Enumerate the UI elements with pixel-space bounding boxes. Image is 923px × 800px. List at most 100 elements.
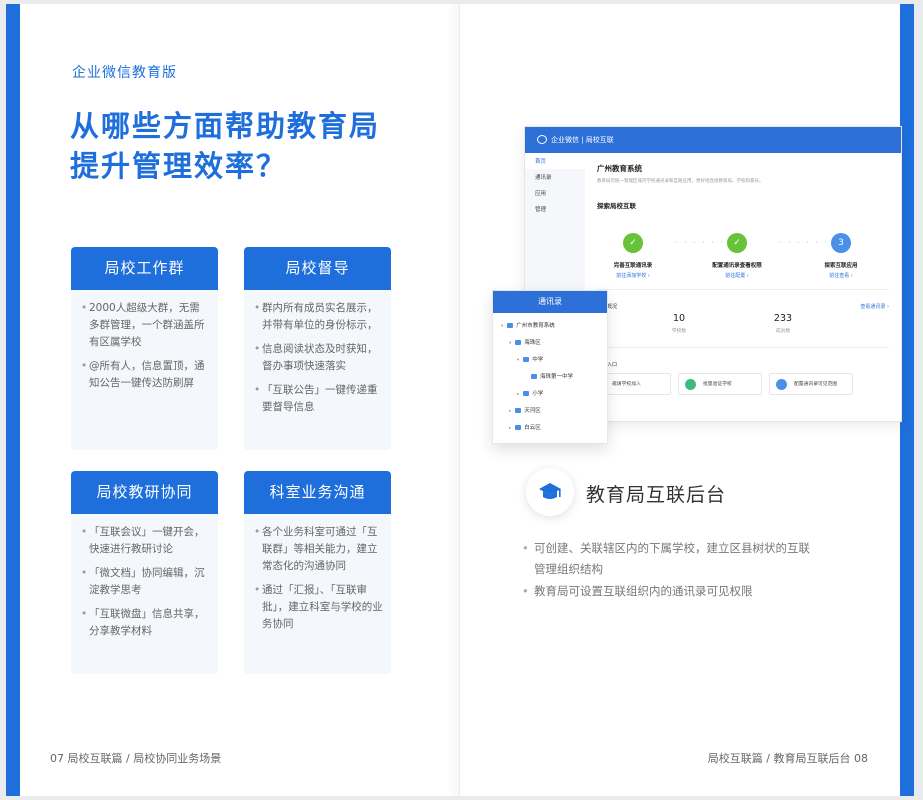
- card-bullet: 群内所有成员实名展示，并带有单位的身份标示，: [254, 300, 383, 334]
- mock-section-title: 探索局校互联: [597, 202, 636, 210]
- mock-nav-manage[interactable]: 管理: [525, 201, 585, 217]
- card-bullet: 「互联公告」一键传递重要督导信息: [254, 382, 383, 416]
- card-work-group: 局校工作群 2000人超级大群，无需多群管理，一个群涵盖所有区属学校 @所有人，…: [71, 247, 218, 450]
- quick-visibility-config[interactable]: 配置通讯录可见范围: [769, 373, 853, 395]
- mock-topbar-title: 企业微信 | 局校互联: [551, 136, 614, 144]
- card-supervision: 局校督导 群内所有成员实名展示，并带有单位的身份标示， 信息阅读状态及时获知，督…: [244, 247, 391, 450]
- brochure-spread: 企业微信教育版 从哪些方面帮助教育局 提升管理效率？ 局校工作群 2000人超级…: [6, 4, 914, 796]
- folder-icon: [515, 425, 522, 430]
- card-title: 科室业务沟通: [244, 471, 391, 514]
- tree-node[interactable]: ▸ 小学: [517, 389, 543, 397]
- tree-node-label: 白云区: [524, 425, 541, 431]
- tree-node-label: 天河区: [524, 408, 541, 414]
- mock-org-title: 广州教育系统: [597, 164, 642, 173]
- card-title: 局校工作群: [71, 247, 218, 290]
- footer-left: 07 局校互联篇 / 局校协同业务场景: [50, 752, 222, 765]
- step-link[interactable]: 前往查看 ›: [801, 272, 881, 279]
- tree-node[interactable]: ▾ 中学: [517, 355, 543, 363]
- folder-icon: [515, 340, 522, 345]
- step-link[interactable]: 前往添加学校 ›: [593, 272, 673, 279]
- mock-nav-apps[interactable]: 应用: [525, 185, 585, 201]
- headline-line-2: 提升管理效率？: [70, 149, 288, 183]
- page-headline: 从哪些方面帮助教育局 提升管理效率？: [70, 106, 410, 186]
- mock-main: 广州教育系统 教育局可统一管理区域内学校通讯录和互联应用，更好地连接教育局、学校…: [585, 153, 901, 421]
- step-title: 探索互联应用: [824, 263, 858, 269]
- feature-title: 教育局互联后台: [586, 484, 727, 506]
- tree-node-label: 广州市教育系统: [516, 323, 555, 329]
- footer-right: 局校互联篇 / 教育局互联后台 08: [707, 752, 868, 765]
- tree-node[interactable]: ▸ 天河区: [509, 406, 541, 414]
- mock-nav-home[interactable]: 首页: [525, 153, 585, 169]
- mock-org-desc: 教育局可统一管理区域内学校通讯录和互联应用，更好地连接教育局、学校和家长。: [597, 179, 764, 184]
- card-bullet: @所有人，信息置顶，通知公告一键传达防刷屏: [81, 358, 210, 392]
- folder-icon: [507, 323, 514, 328]
- chevron-right-icon: ▸: [509, 409, 512, 414]
- card-bullet: 各个业务科室可通过「互联群」等相关能力，建立常态化的沟通协同: [254, 524, 383, 575]
- quick-label: 批量验证学校: [703, 382, 732, 387]
- mock-topbar: 企业微信 | 局校互联: [525, 127, 901, 153]
- mock-step-2: ✓ 配置通讯录查看权限 前往配置 ›: [697, 233, 777, 279]
- tree-node[interactable]: ▸ 白云区: [509, 423, 541, 431]
- mock-step-1: ✓ 完善互联通讯录 前往添加学校 ›: [593, 233, 673, 279]
- tree-node[interactable]: 海珠第一中学: [531, 372, 573, 380]
- stat-value: 10: [672, 313, 686, 324]
- tree-title: 通讯录: [493, 291, 607, 313]
- contacts-tree-panel: 通讯录 ▾ 广州市教育系统 ▾ 海珠区 ▾ 中学 海珠第一中学 ▸ 小学 ▸ 天河区 ▸ 白…: [492, 290, 608, 444]
- feature-bullet: 可创建、关联辖区内的下属学校，建立区县树状的互联管理组织结构: [522, 538, 812, 580]
- card-bullet: 通过「汇报」、「互联审批」，建立科室与学校的业务协同: [254, 582, 383, 633]
- card-bullet: 「互联微盘」信息共享，分享教学材料: [81, 606, 210, 640]
- chevron-right-icon: ▸: [517, 392, 520, 397]
- folder-icon: [523, 357, 530, 362]
- tree-node[interactable]: ▾ 海珠区: [509, 338, 541, 346]
- left-edge-bar: [6, 4, 20, 796]
- graduation-cap-badge: [526, 468, 574, 516]
- divider: [597, 347, 889, 348]
- mock-step-3: 3 探索互联应用 前往查看 ›: [801, 233, 881, 279]
- card-title: 局校督导: [244, 247, 391, 290]
- card-title: 局校教研协同: [71, 471, 218, 514]
- card-bullet: 「微文档」协同编辑，沉淀教学思考: [81, 565, 210, 599]
- page-fold: [459, 4, 460, 796]
- folder-icon: [523, 391, 530, 396]
- chevron-right-icon: ▸: [509, 426, 512, 431]
- graduation-cap-icon: [539, 483, 561, 499]
- tree-node[interactable]: ▾ 广州市教育系统: [501, 321, 555, 329]
- wecom-logo-icon: [537, 135, 547, 144]
- edition-tag: 企业微信教育版: [72, 65, 177, 81]
- headline-line-1: 从哪些方面帮助教育局: [70, 109, 381, 143]
- card-department-comm: 科室业务沟通 各个业务科室可通过「互联群」等相关能力，建立常态化的沟通协同 通过…: [244, 471, 391, 674]
- overview-link[interactable]: 查看通讯录 ›: [860, 303, 889, 310]
- check-icon: ✓: [727, 233, 747, 253]
- verify-icon: [685, 379, 696, 390]
- chevron-down-icon: ▾: [517, 358, 520, 363]
- tree-node-label: 中学: [532, 357, 544, 363]
- tree-node-label: 海珠第一中学: [540, 374, 574, 380]
- folder-icon: [531, 374, 537, 379]
- chevron-down-icon: ▾: [501, 324, 504, 329]
- card-research: 局校教研协同 「互联会议」一键开会，快速进行教研讨论 「微文档」协同编辑，沉淀教…: [71, 471, 218, 674]
- step-title: 配置通讯录查看权限: [712, 263, 762, 269]
- card-bullet: 信息阅读状态及时获知，督办事项快速落实: [254, 341, 383, 375]
- stat-label: 成员数: [775, 329, 791, 334]
- step-number: 3: [831, 233, 851, 253]
- card-bullet: 「互联会议」一键开会，快速进行教研讨论: [81, 524, 210, 558]
- folder-icon: [515, 408, 522, 413]
- tree-node-label: 海珠区: [524, 340, 541, 346]
- mock-nav-contacts[interactable]: 通讯录: [525, 169, 585, 185]
- swap-icon: [776, 379, 787, 390]
- step-title: 完善互联通讯录: [613, 263, 653, 269]
- stat-label: 学校数: [671, 329, 687, 334]
- divider: [597, 289, 889, 290]
- check-icon: ✓: [623, 233, 643, 253]
- step-link[interactable]: 前往配置 ›: [697, 272, 777, 279]
- quick-verify-school[interactable]: 批量验证学校: [678, 373, 762, 395]
- stat-value: 233: [773, 313, 793, 324]
- right-edge-bar: [900, 4, 914, 796]
- tree-node-label: 小学: [532, 391, 544, 397]
- card-bullet: 2000人超级大群，无需多群管理，一个群涵盖所有区属学校: [81, 300, 210, 351]
- page-fold-shadow: [446, 4, 460, 796]
- chevron-down-icon: ▾: [509, 341, 512, 346]
- feature-bullet: 教育局可设置互联组织内的通讯录可见权限: [522, 581, 812, 602]
- quick-label: 邀请学校加入: [612, 382, 641, 387]
- quick-label: 配置通讯录可见范围: [794, 382, 838, 387]
